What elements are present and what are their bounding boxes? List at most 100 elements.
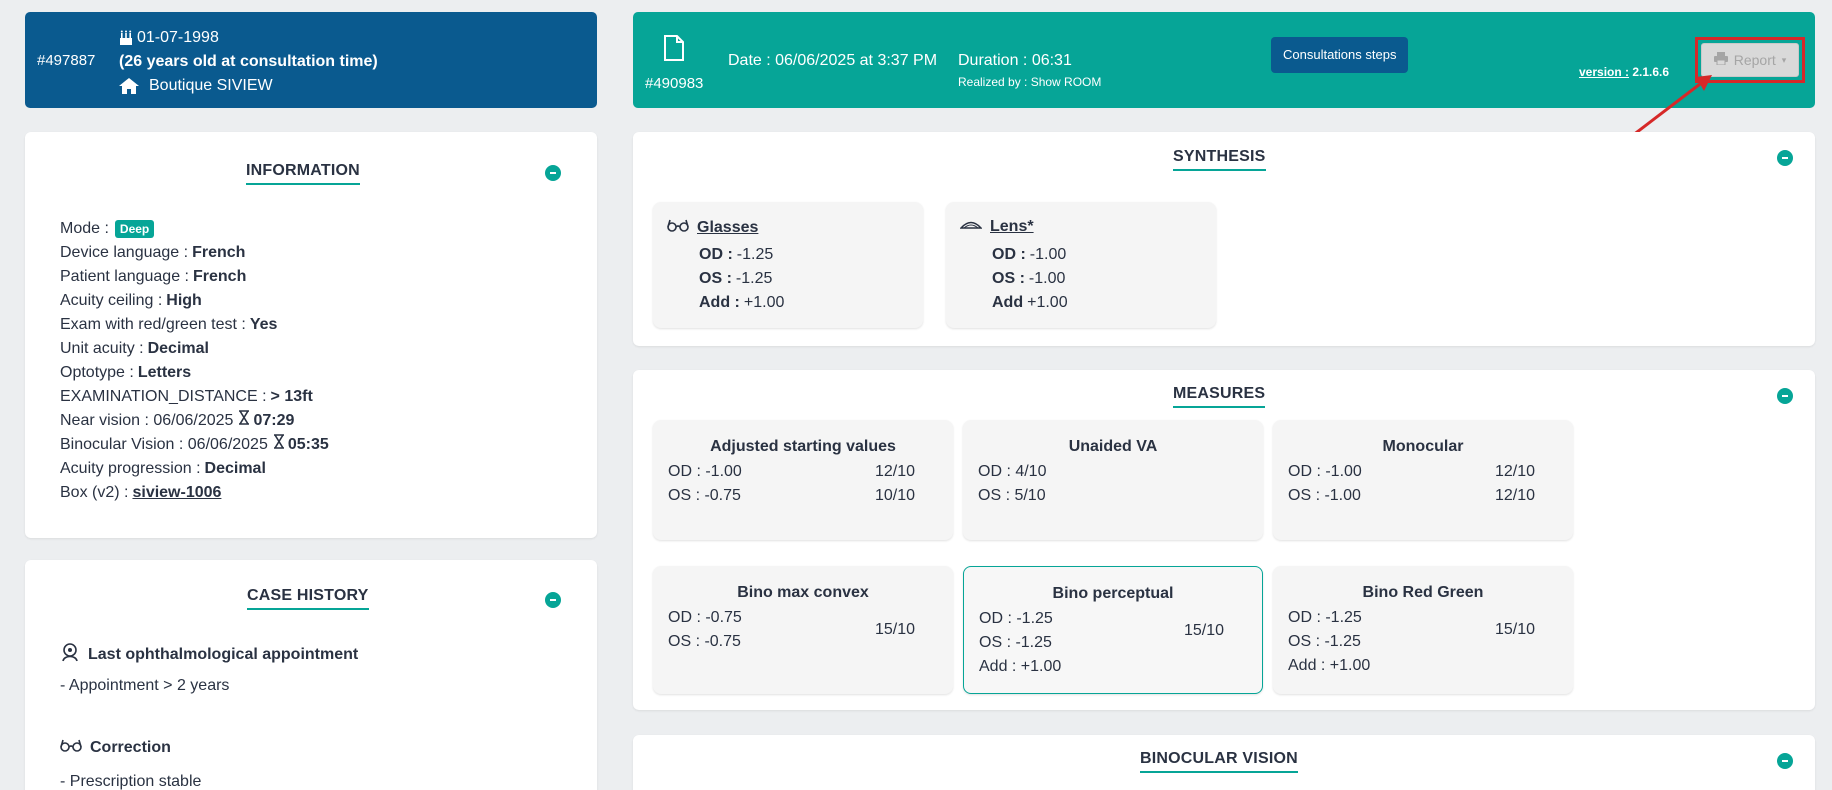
case-history-text: - Appointment > 2 years: [60, 677, 230, 694]
info-label: Acuity ceiling :: [60, 292, 163, 309]
measure-add: Add : +1.00: [1288, 657, 1371, 674]
binocular-vision-duration: 05:35: [287, 436, 329, 453]
info-label: Patient language :: [60, 268, 189, 285]
info-label: Optotype :: [60, 364, 134, 381]
caret-down-icon: ▾: [1781, 54, 1787, 65]
measure-os: OS : 5/10: [978, 487, 1046, 504]
measure-os-acuity: 10/10: [874, 487, 915, 504]
info-value: Letters: [137, 364, 192, 381]
binocular-vision-collapse-button[interactable]: [1777, 753, 1793, 769]
acuity-progression-label: Acuity progression :: [60, 460, 201, 477]
measure-card-title: Unaided VA: [1068, 438, 1158, 455]
measure-card-title: Bino Red Green: [1362, 584, 1484, 601]
synthesis-card-glasses: Glasses OD : -1.25 OS : -1.25 Add : +1.00: [653, 202, 923, 328]
printer-icon: [1713, 52, 1728, 68]
acuity-progression-value: Decimal: [204, 460, 266, 477]
patient-id: #497887: [37, 52, 96, 69]
measure-os: OS : -1.25: [1288, 633, 1361, 650]
measure-os: OS : -1.00: [1288, 487, 1361, 504]
measure-os: OS : -1.25: [979, 634, 1052, 651]
mode-badge: Deep: [114, 220, 155, 238]
synthesis-panel: SYNTHESIS Glasses OD : -1.25 OS : -1.25 Ad…: [633, 132, 1815, 346]
information-title: INFORMATION: [246, 162, 360, 185]
glasses-icon: [667, 218, 689, 237]
box-label: Box (v2) :: [60, 484, 129, 501]
measure-card-title: Bino perceptual: [1052, 585, 1174, 602]
measure-od: OD : -1.00: [668, 463, 742, 480]
synthesis-collapse-button[interactable]: [1777, 150, 1793, 166]
measure-card[interactable]: Monocular OD : -1.00 12/10 OS : -1.00 12…: [1273, 420, 1573, 540]
measure-add: Add : +1.00: [979, 658, 1062, 675]
patient-age: (26 years old at consultation time): [119, 53, 378, 70]
case-history-collapse-button[interactable]: [545, 592, 561, 608]
info-value: French: [192, 244, 246, 261]
consultation-realized-by: Realized by : Show ROOM: [958, 75, 1102, 89]
measure-card-title: Adjusted starting values: [710, 438, 896, 455]
synthesis-card-title[interactable]: Lens*: [990, 218, 1034, 236]
measure-od: OD : 4/10: [978, 463, 1047, 480]
case-history-section-head: Correction: [60, 738, 171, 757]
info-value: French: [193, 268, 247, 285]
measure-os: OS : -0.75: [668, 487, 741, 504]
report-button-label: Report: [1733, 52, 1776, 68]
measure-od-acuity: 12/10: [874, 463, 915, 480]
measure-acuity: 15/10: [1183, 622, 1224, 639]
doctor-icon: [60, 642, 80, 667]
consultation-id: #490983: [645, 75, 704, 92]
synthesis-card-lens: Lens* OD : -1.00 OS : -1.00 Add +1.00: [946, 202, 1216, 328]
info-value: High: [166, 292, 202, 309]
measures-collapse-button[interactable]: [1777, 388, 1793, 404]
measure-os-acuity: 12/10: [1494, 487, 1535, 504]
near-vision-duration: 07:29: [253, 412, 295, 429]
information-collapse-button[interactable]: [545, 165, 561, 181]
synthesis-title: SYNTHESIS: [1173, 148, 1266, 171]
document-icon: [663, 35, 685, 66]
synthesis-card-title[interactable]: Glasses: [697, 219, 758, 237]
measure-card-title: Bino max convex: [737, 584, 869, 601]
measures-title: MEASURES: [1173, 385, 1266, 408]
measures-panel: MEASURES Adjusted starting values OD : -…: [633, 370, 1815, 710]
measure-od: OD : -1.25: [979, 610, 1053, 627]
measure-card-selected[interactable]: Bino perceptual OD : -1.25 OS : -1.25 Ad…: [963, 566, 1263, 694]
measure-od-acuity: 12/10: [1494, 463, 1535, 480]
box-link[interactable]: siview-1006: [132, 481, 221, 505]
hourglass-icon: [239, 409, 250, 433]
measure-od: OD : -0.75: [668, 609, 742, 626]
info-value: > 13ft: [270, 388, 313, 405]
measure-card[interactable]: Bino max convex OD : -0.75 OS : -0.75 15…: [653, 566, 953, 694]
measure-od: OD : -1.25: [1288, 609, 1362, 626]
measure-os: OS : -0.75: [668, 633, 741, 650]
contact-lens-icon: [959, 218, 983, 236]
binocular-vision-label: Binocular Vision : 06/06/2025: [60, 436, 268, 453]
case-history-title: CASE HISTORY: [247, 587, 369, 610]
case-history-panel: CASE HISTORY Last ophthalmological appoi…: [25, 560, 597, 790]
consultation-steps-button[interactable]: Consultations steps: [1271, 37, 1409, 73]
measure-card[interactable]: Bino Red Green OD : -1.25 OS : -1.25 Add…: [1273, 566, 1573, 694]
measure-card[interactable]: Unaided VA OD : 4/10 OS : 5/10: [963, 420, 1263, 540]
binocular-vision-title: BINOCULAR VISION: [1140, 750, 1298, 773]
info-label: Unit acuity :: [60, 340, 144, 357]
info-label: EXAMINATION_DISTANCE :: [60, 388, 267, 405]
case-history-text: - Prescription stable: [60, 773, 202, 790]
glasses-icon: [60, 738, 82, 757]
patient-store: Boutique SIVIEW: [149, 77, 273, 94]
information-panel: INFORMATION Mode : Deep Device language …: [25, 132, 597, 538]
info-value: Decimal: [147, 340, 209, 357]
consultation-duration: Duration : 06:31: [958, 52, 1072, 69]
measure-acuity: 15/10: [1494, 621, 1535, 638]
binocular-vision-panel: BINOCULAR VISION: [633, 735, 1815, 790]
mode-label: Mode :: [60, 220, 109, 237]
patient-header: #497887 01-07-1998 (26 years old at cons…: [25, 12, 597, 108]
measure-od: OD : -1.00: [1288, 463, 1362, 480]
case-history-section-head: Last ophthalmological appointment: [60, 642, 358, 667]
hourglass-icon: [273, 433, 284, 457]
patient-birthdate: 01-07-1998: [137, 29, 219, 46]
near-vision-label: Near vision : 06/06/2025: [60, 412, 234, 429]
measure-card[interactable]: Adjusted starting values OD : -1.00 12/1…: [653, 420, 953, 540]
consultation-date: Date : 06/06/2025 at 3:37 PM: [728, 52, 938, 69]
measure-acuity: 15/10: [874, 621, 915, 638]
birthday-cake-icon: [119, 30, 133, 46]
info-label: Device language :: [60, 244, 189, 261]
home-icon: [119, 78, 139, 94]
measure-card-title: Monocular: [1382, 438, 1464, 455]
